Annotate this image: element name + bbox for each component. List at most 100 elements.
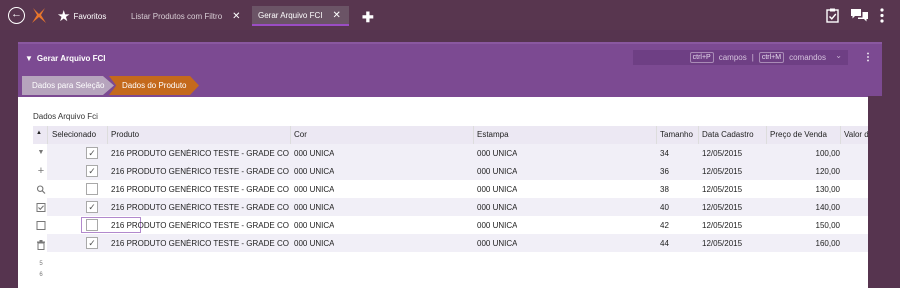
main-panel: ▼ Gerar Arquivo FCI ctrl+P campos | ctrl… [18, 42, 882, 288]
column-header-cor[interactable]: Cor [294, 130, 307, 139]
cell-tamanho: 40 [660, 203, 669, 212]
cell-estampa: 000 UNICA [477, 239, 518, 248]
cell-cor: 000 UNICA [294, 149, 335, 158]
trash-icon[interactable] [36, 240, 46, 250]
cell-produto: 216 PRODUTO GENÉRICO TESTE - GRADE CO... [111, 203, 289, 212]
logo-icon[interactable] [31, 6, 47, 24]
chat-icon[interactable] [851, 9, 868, 22]
row-checkbox[interactable] [86, 219, 98, 231]
cell-estampa: 000 UNICA [477, 221, 518, 230]
close-icon[interactable]: ✕ [332, 10, 340, 21]
shortcut-commands-key: ctrl+M [758, 52, 785, 63]
plus-icon[interactable]: + [36, 166, 46, 177]
row-checkbox[interactable]: ✓ [86, 201, 98, 213]
cell-preco-de-venda: 120,00 [815, 167, 840, 176]
tab-label: Gerar Arquivo FCI [258, 10, 323, 20]
table-row[interactable]: ✓ 216 PRODUTO GENÉRICO TESTE - GRADE CO.… [47, 162, 869, 180]
cell-tamanho: 42 [660, 221, 669, 230]
cell-estampa: 000 UNICA [477, 167, 518, 176]
column-header-estampa[interactable]: Estampa [477, 130, 509, 139]
star-icon: ★ [57, 7, 71, 25]
cell-estampa: 000 UNICA [477, 185, 518, 194]
caret-down-icon: ▼ [25, 54, 33, 63]
cell-cor: 000 UNICA [294, 203, 335, 212]
cell-preco-de-venda: 160,00 [815, 239, 840, 248]
grid-header: ▲ Selecionado Produto Cor Estampa Tamanh… [33, 126, 869, 144]
cell-data-cadastro: 12/05/2015 [702, 185, 743, 194]
panel-title-toggle[interactable]: ▼ Gerar Arquivo FCI [25, 54, 106, 63]
column-header-valor[interactable]: Valor d [844, 130, 869, 139]
cell-produto: 216 PRODUTO GENÉRICO TESTE - GRADE CO... [111, 167, 289, 176]
data-grid: ▲ Selecionado Produto Cor Estampa Tamanh… [33, 126, 869, 288]
search-icon[interactable] [36, 185, 46, 194]
cell-data-cadastro: 12/05/2015 [702, 149, 743, 158]
cell-produto: 216 PRODUTO GENÉRICO TESTE - GRADE CO... [111, 149, 289, 158]
back-icon[interactable]: ← [8, 7, 25, 24]
row-checkbox[interactable]: ✓ [86, 147, 98, 159]
table-row[interactable]: 216 PRODUTO GENÉRICO TESTE - GRADE CO...… [47, 180, 869, 198]
cell-data-cadastro: 12/05/2015 [702, 221, 743, 230]
side-number: 6 [39, 272, 43, 278]
clipboard-check-icon[interactable] [826, 8, 839, 23]
tab-label: Listar Produtos com Filtro [131, 11, 223, 21]
cell-tamanho: 38 [660, 185, 669, 194]
check-square-icon[interactable] [36, 203, 46, 212]
side-number: 5 [39, 261, 43, 267]
cell-cor: 000 UNICA [294, 167, 335, 176]
row-checkbox[interactable] [86, 183, 98, 195]
shortcut-commands-label: comandos [789, 53, 826, 62]
cell-estampa: 000 UNICA [477, 149, 518, 158]
cell-cor: 000 UNICA [294, 239, 335, 248]
cell-data-cadastro: 12/05/2015 [702, 167, 743, 176]
shortcut-separator: | [751, 53, 754, 62]
cell-cor: 000 UNICA [294, 221, 335, 230]
tab-listar-produtos[interactable]: Listar Produtos com Filtro ✕ [125, 6, 247, 26]
row-checkbox[interactable]: ✓ [86, 237, 98, 249]
table-row[interactable]: ✓ 216 PRODUTO GENÉRICO TESTE - GRADE CO.… [47, 144, 869, 162]
table-row[interactable]: 216 PRODUTO GENÉRICO TESTE - GRADE CO...… [47, 216, 869, 234]
panel-menu-icon[interactable]: ⋮ [863, 52, 873, 63]
sort-up-icon[interactable]: ▲ [36, 130, 42, 136]
column-header-data-cadastro[interactable]: Data Cadastro [702, 130, 754, 139]
step-dados-para-selecao[interactable]: Dados para Seleção [22, 76, 114, 95]
column-header-preco-de-venda[interactable]: Preço de Venda [770, 130, 827, 139]
cell-estampa: 000 UNICA [477, 203, 518, 212]
cell-preco-de-venda: 130,00 [815, 185, 840, 194]
column-header-produto[interactable]: Produto [111, 130, 139, 139]
favorites-label: Favoritos [73, 11, 107, 21]
table-row[interactable]: ✓ 216 PRODUTO GENÉRICO TESTE - GRADE CO.… [47, 198, 869, 216]
cell-data-cadastro: 12/05/2015 [702, 239, 743, 248]
shortcut-fields-key: ctrl+P [689, 52, 714, 63]
cell-produto: 216 PRODUTO GENÉRICO TESTE - GRADE CO... [111, 185, 289, 194]
kebab-menu-icon[interactable] [880, 8, 884, 23]
add-tab-icon[interactable]: ✚ [362, 10, 374, 24]
favorites-button[interactable]: ★ Favoritos [57, 8, 106, 24]
section-label: Dados Arquivo Fci [33, 112, 98, 121]
chevron-down-icon[interactable]: ⌄ [835, 51, 842, 60]
cell-tamanho: 36 [660, 167, 669, 176]
cell-data-cadastro: 12/05/2015 [702, 203, 743, 212]
cell-preco-de-venda: 100,00 [815, 149, 840, 158]
cell-produto: 216 PRODUTO GENÉRICO TESTE - GRADE CO... [111, 239, 289, 248]
shortcut-fields-label: campos [718, 53, 747, 62]
cell-tamanho: 34 [660, 149, 669, 158]
cell-preco-de-venda: 150,00 [815, 221, 840, 230]
cell-tamanho: 44 [660, 239, 669, 248]
cell-preco-de-venda: 140,00 [815, 203, 840, 212]
cell-cor: 000 UNICA [294, 185, 335, 194]
tab-gerar-arquivo-fci[interactable]: Gerar Arquivo FCI ✕ [252, 6, 349, 26]
table-row[interactable]: ✓ 216 PRODUTO GENÉRICO TESTE - GRADE CO.… [47, 234, 869, 252]
step-dados-do-produto[interactable]: Dados do Produto [109, 76, 199, 95]
right-scroll-gutter [868, 96, 882, 288]
panel-header: ▼ Gerar Arquivo FCI ctrl+P campos | ctrl… [18, 42, 882, 97]
shortcut-hints: ctrl+P campos | ctrl+M comandos ⌄ [633, 50, 848, 65]
row-checkbox[interactable]: ✓ [86, 165, 98, 177]
column-header-tamanho[interactable]: Tamanho [660, 130, 693, 139]
close-icon[interactable]: ✕ [232, 11, 240, 22]
chevron-down-icon[interactable]: ▼ [36, 149, 46, 156]
panel-title: Gerar Arquivo FCI [36, 54, 106, 63]
top-bar: ← ★ Favoritos Listar Produtos com Filtro… [0, 0, 900, 30]
cell-produto: 216 PRODUTO GENÉRICO TESTE - GRADE CO... [111, 221, 289, 230]
square-icon[interactable] [36, 221, 46, 230]
column-header-selecionado[interactable]: Selecionado [52, 130, 96, 139]
